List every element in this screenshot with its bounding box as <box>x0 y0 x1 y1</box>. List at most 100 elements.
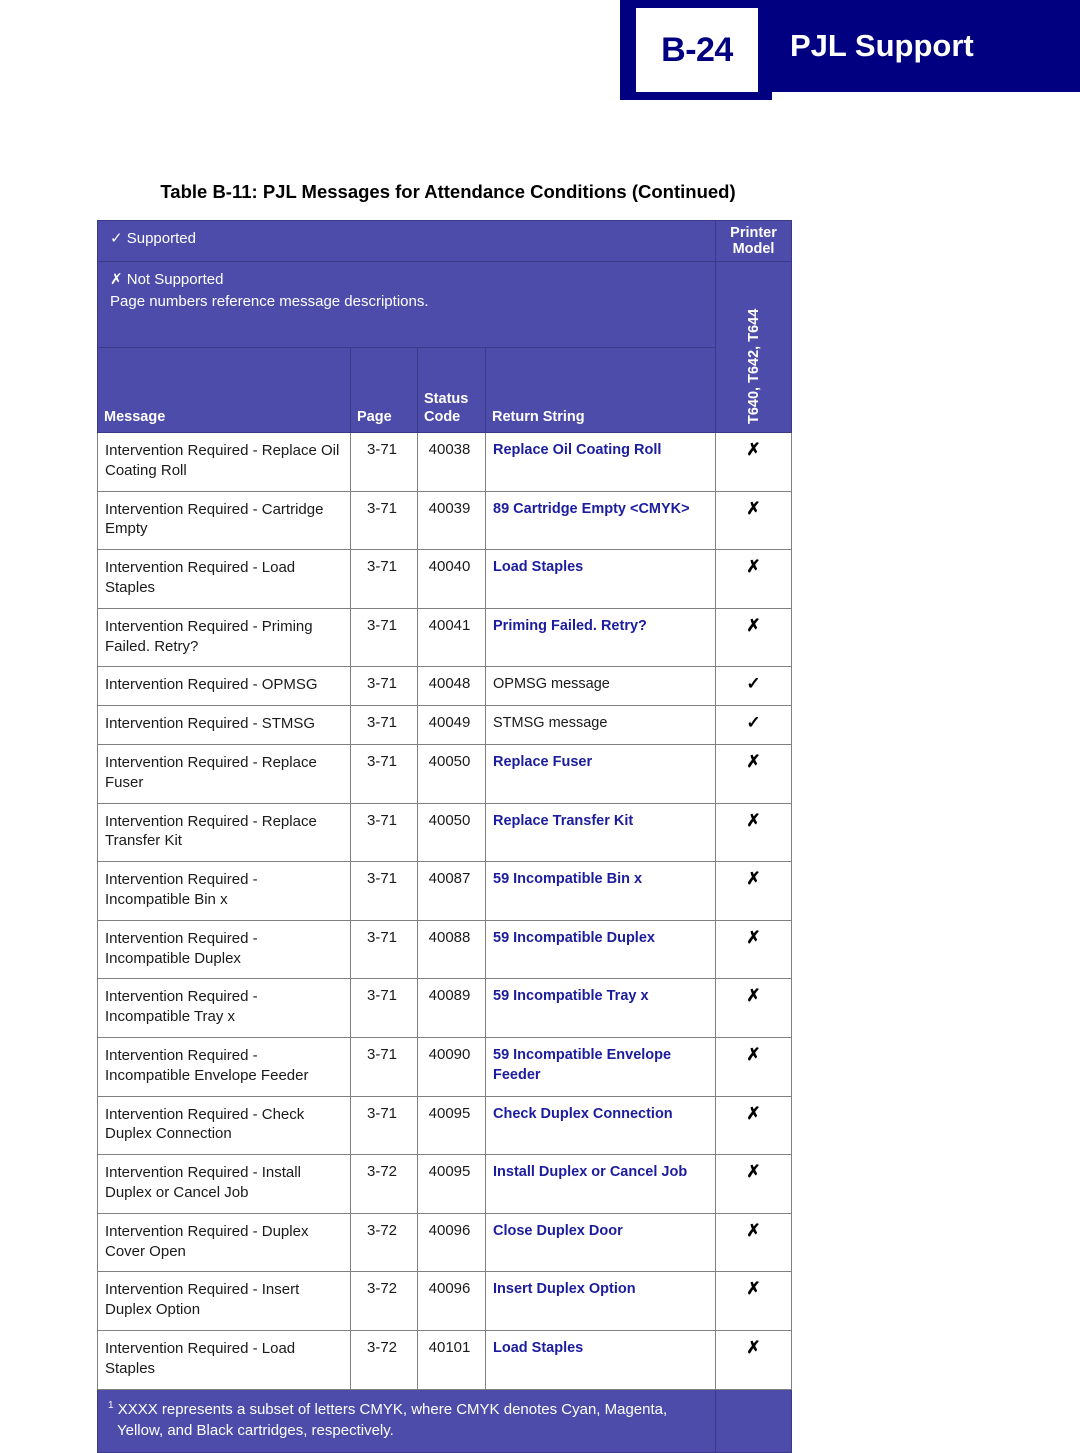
cell-page: 3-71 <box>350 666 418 707</box>
cell-return-string: STMSG message <box>484 705 717 745</box>
column-header-row: Message Page Status Code Return String <box>97 347 792 433</box>
cell-printer-model-support: ✗ <box>715 490 793 551</box>
footnote-blank-cell <box>715 1388 793 1453</box>
cell-message: Intervention Required - Duplex Cover Ope… <box>97 1212 351 1273</box>
legend-supported: ✓ Supported <box>96 220 717 262</box>
column-header-message: Message <box>97 347 351 433</box>
cell-message: Intervention Required - Check Duplex Con… <box>97 1095 351 1156</box>
cell-message: Intervention Required - Install Duplex o… <box>97 1154 351 1214</box>
cell-printer-model-support: ✗ <box>715 1271 793 1331</box>
cell-printer-model-support: ✗ <box>715 1212 793 1273</box>
footnote-row: 1 XXXX represents a subset of letters CM… <box>96 1388 793 1453</box>
cell-message: Intervention Required - Cartridge Empty <box>97 490 351 551</box>
cell-page: 3-72 <box>350 1212 418 1273</box>
pjl-messages-table: ✓ Supported Printer Model ✗ Not Supporte… <box>96 220 793 1453</box>
cell-message: Intervention Required - Incompatible Bin… <box>97 861 351 921</box>
legend-row-not-supported: ✗ Not Supported Page numbers reference m… <box>96 261 793 433</box>
cell-message: Intervention Required - Incompatible Tra… <box>97 978 351 1038</box>
cell-return-string: 59 Incompatible Tray x <box>484 978 717 1038</box>
cell-status-code: 40101 <box>417 1329 486 1390</box>
cell-return-string: 89 Cartridge Empty <CMYK> <box>484 490 717 551</box>
cell-return-string: 59 Incompatible Envelope Feeder <box>484 1036 717 1097</box>
cell-printer-model-support: ✗ <box>715 549 793 609</box>
table-row: Intervention Required - Incompatible Dup… <box>97 919 793 980</box>
cell-status-code: 40039 <box>417 490 486 551</box>
column-header-return-string: Return String <box>484 347 717 433</box>
printer-model-group-label: Printer Model <box>730 225 777 257</box>
cell-status-code: 40095 <box>417 1095 486 1156</box>
cell-return-string: OPMSG message <box>484 666 717 707</box>
table-row: Intervention Required - Load Staples 3-72… <box>97 1329 793 1390</box>
cell-message: Intervention Required - Insert Duplex Op… <box>97 1271 351 1331</box>
cell-status-code: 40087 <box>417 861 486 921</box>
status-code-line1: Status <box>424 390 469 407</box>
cell-message: Intervention Required - Replace Fuser <box>97 743 351 804</box>
cell-return-string: Install Duplex or Cancel Job <box>484 1154 717 1214</box>
cell-page: 3-71 <box>350 607 418 668</box>
table-row: Intervention Required - OPMSG 3-71 40048 OP… <box>97 666 793 707</box>
cell-page: 3-72 <box>350 1271 418 1331</box>
footnote-line-1: XXXX represents a subset of letters CMYK… <box>117 1400 668 1418</box>
cell-status-code: 40038 <box>417 432 486 492</box>
cell-printer-model-support: ✗ <box>715 1095 793 1156</box>
table-row: Intervention Required - Replace Oil Coat… <box>97 432 793 492</box>
cell-status-code: 40090 <box>417 1036 486 1097</box>
cell-return-string: Priming Failed. Retry? <box>484 607 717 668</box>
cell-status-code: 40095 <box>417 1154 486 1214</box>
cell-page: 3-71 <box>350 549 418 609</box>
cell-page: 3-71 <box>350 861 418 921</box>
footnote-line-2: Yellow, and Black cartridges, respective… <box>117 1421 394 1439</box>
cell-printer-model-support: ✗ <box>715 607 793 668</box>
cell-printer-model-support: ✗ <box>715 432 793 492</box>
cell-return-string: Close Duplex Door <box>484 1212 717 1273</box>
cell-status-code: 40096 <box>417 1271 486 1331</box>
table-row: Intervention Required - Replace Fuser 3-7… <box>97 743 793 804</box>
table-row: Intervention Required - Duplex Cover Ope… <box>97 1212 793 1273</box>
cell-message: Intervention Required - Replace Transfer… <box>97 802 351 863</box>
cell-status-code: 40050 <box>417 802 486 863</box>
table-footnote: 1 XXXX represents a subset of letters CM… <box>96 1388 717 1453</box>
cell-page: 3-71 <box>350 743 418 804</box>
status-code-line2: Code <box>424 408 461 425</box>
cell-message: Intervention Required - OPMSG <box>97 666 351 707</box>
banner-underbar <box>620 92 772 100</box>
column-header-page: Page <box>350 347 418 433</box>
cell-return-string: Replace Fuser <box>484 743 717 804</box>
cell-message: Intervention Required - Priming Failed. … <box>97 607 351 668</box>
cell-page: 3-71 <box>350 919 418 980</box>
cell-message: Intervention Required - Incompatible Env… <box>97 1036 351 1097</box>
cell-printer-model-support: ✗ <box>715 1036 793 1097</box>
cell-status-code: 40041 <box>417 607 486 668</box>
cell-status-code: 40089 <box>417 978 486 1038</box>
cell-page: 3-71 <box>350 490 418 551</box>
page-number-chip: B-24 <box>636 8 758 92</box>
cell-page: 3-71 <box>350 1095 418 1156</box>
cell-status-code: 40040 <box>417 549 486 609</box>
table-row: Intervention Required - Replace Transfer… <box>97 802 793 863</box>
cell-return-string: Replace Transfer Kit <box>484 802 717 863</box>
cell-page: 3-71 <box>350 978 418 1038</box>
footnote-marker: 1 <box>108 1399 114 1411</box>
cell-return-string: Load Staples <box>484 1329 717 1390</box>
table-head: ✓ Supported Printer Model ✗ Not Supporte… <box>96 220 793 433</box>
printer-model-rotated-wrap: T640, T642, T644 <box>716 262 791 432</box>
table-row: Intervention Required - Incompatible Bin… <box>97 861 793 921</box>
printer-model-values: T640, T642, T644 <box>745 308 762 424</box>
cell-printer-model-support: ✗ <box>715 1329 793 1390</box>
cell-printer-model-support: ✗ <box>715 919 793 980</box>
cell-return-string: Replace Oil Coating Roll <box>484 432 717 492</box>
table-row: Intervention Required - STMSG 3-71 40049 ST… <box>97 705 793 745</box>
table-body: Intervention Required - Replace Oil Coat… <box>96 432 793 1453</box>
cell-return-string: Check Duplex Connection <box>484 1095 717 1156</box>
cell-status-code: 40088 <box>417 919 486 980</box>
table-caption: Table B-11: PJL Messages for Attendance … <box>160 181 736 202</box>
section-title: PJL Support <box>790 28 974 63</box>
table-row: Intervention Required - Load Staples 3-71… <box>97 549 793 609</box>
cell-printer-model-support: ✗ <box>715 802 793 863</box>
cell-page: 3-72 <box>350 1329 418 1390</box>
cell-page: 3-72 <box>350 1154 418 1214</box>
cell-status-code: 40049 <box>417 705 486 745</box>
cell-return-string: Insert Duplex Option <box>484 1271 717 1331</box>
cell-page: 3-71 <box>350 705 418 745</box>
cell-printer-model-support: ✓ <box>715 666 793 707</box>
